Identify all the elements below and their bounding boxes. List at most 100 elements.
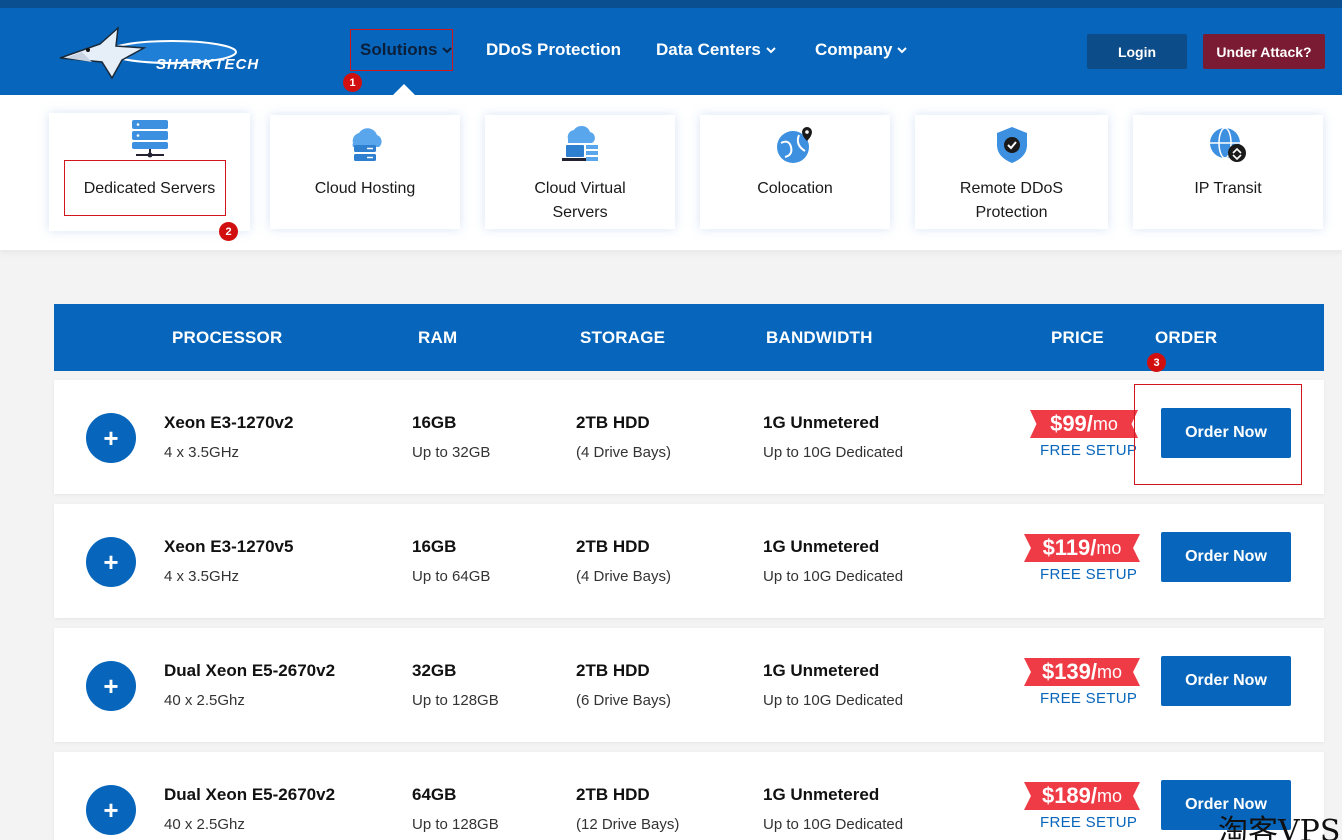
- table-row: + Dual Xeon E5-2670v2 40 x 2.5Ghz 32GB U…: [54, 628, 1324, 742]
- cloud-vps-icon: [562, 125, 598, 161]
- cpu-model: Xeon E3-1270v2: [164, 413, 294, 432]
- expand-plus-icon[interactable]: +: [86, 661, 136, 711]
- logo-wordmark: SHARKTECH: [156, 56, 260, 73]
- bandwidth-max: Up to 10G Dedicated: [763, 816, 904, 833]
- sharktech-logo[interactable]: SHARKTECH: [52, 18, 258, 86]
- ram-value: 32GB: [412, 661, 457, 680]
- site-header: SHARKTECH Solutions DDoS Protection Data…: [0, 8, 1342, 95]
- under-attack-button[interactable]: Under Attack?: [1203, 34, 1325, 69]
- storage-value: 2TB HDD: [576, 413, 650, 432]
- table-row: + Dual Xeon E5-2670v2 40 x 2.5Ghz 64GB U…: [54, 752, 1324, 840]
- shield-check-icon: [996, 127, 1027, 163]
- storage-bays: (6 Drive Bays): [576, 692, 672, 709]
- annotation-box-1: [350, 29, 453, 71]
- price-unit: mo: [1092, 413, 1118, 434]
- globe-pin-icon: [777, 127, 812, 163]
- storage-value: 2TB HDD: [576, 661, 650, 680]
- price-badge: $99/mo: [1030, 410, 1138, 438]
- menu-card-remote-ddos-protection[interactable]: Remote DDoS Protection: [915, 115, 1108, 229]
- price-amount: $189/: [1041, 783, 1098, 808]
- bandwidth-max: Up to 10G Dedicated: [763, 568, 904, 585]
- storage-bays: (12 Drive Bays): [576, 816, 680, 833]
- menu-card-cloud-virtual-servers[interactable]: Cloud Virtual Servers: [485, 115, 675, 229]
- menu-card-colocation[interactable]: Colocation: [700, 115, 890, 229]
- annotation-marker-1: 1: [343, 73, 362, 92]
- globe-transit-icon: [1210, 127, 1246, 162]
- expand-plus-icon[interactable]: +: [86, 413, 136, 463]
- nav-data-centers[interactable]: Data Centers: [656, 40, 777, 60]
- menu-card-label: Remote DDoS Protection: [959, 180, 1064, 221]
- bandwidth-value: 1G Unmetered: [763, 537, 880, 556]
- menu-card-label: Cloud Hosting: [314, 180, 416, 197]
- table-row: + Xeon E3-1270v5 4 x 3.5GHz 16GB Up to 6…: [54, 504, 1324, 618]
- cpu-spec: 40 x 2.5Ghz: [164, 816, 245, 833]
- bandwidth-max: Up to 10G Dedicated: [763, 444, 904, 461]
- nav-ddos-label: DDoS Protection: [486, 40, 622, 59]
- expand-plus-icon[interactable]: +: [86, 785, 136, 835]
- order-now-button[interactable]: Order Now: [1161, 532, 1291, 582]
- price-amount: $139/: [1041, 659, 1098, 684]
- menu-card-label: Colocation: [757, 180, 833, 197]
- cpu-spec: 40 x 2.5Ghz: [164, 692, 245, 709]
- storage-value: 2TB HDD: [576, 537, 650, 556]
- menu-card-label: IP Transit: [1194, 180, 1262, 197]
- price-badge: $119/mo: [1024, 534, 1140, 562]
- annotation-box-3: [1134, 384, 1302, 485]
- ram-value: 64GB: [412, 785, 457, 804]
- storage-bays: (4 Drive Bays): [576, 444, 672, 461]
- price-unit: mo: [1097, 785, 1123, 806]
- price-amount: $119/: [1042, 535, 1097, 560]
- cpu-spec: 4 x 3.5GHz: [164, 568, 240, 585]
- price-badge: $139/mo: [1024, 658, 1140, 686]
- bandwidth-value: 1G Unmetered: [763, 413, 880, 432]
- free-setup-label: FREE SETUP: [1040, 442, 1138, 459]
- expand-plus-icon[interactable]: +: [86, 537, 136, 587]
- ram-max: Up to 64GB: [412, 568, 491, 585]
- header-price: PRICE: [1051, 328, 1104, 347]
- storage-value: 2TB HDD: [576, 785, 650, 804]
- storage-bays: (4 Drive Bays): [576, 568, 672, 585]
- cloud-server-icon: [352, 128, 382, 161]
- bandwidth-value: 1G Unmetered: [763, 661, 880, 680]
- annotation-marker-2: 2: [219, 222, 238, 241]
- server-rack-icon: [131, 120, 168, 158]
- menu-card-ip-transit[interactable]: IP Transit: [1133, 115, 1323, 229]
- nav-company-label: Company: [815, 40, 893, 59]
- top-stripe: [0, 0, 1342, 8]
- cpu-model: Dual Xeon E5-2670v2: [164, 661, 336, 680]
- ram-value: 16GB: [412, 413, 457, 432]
- chevron-down-icon: [766, 47, 776, 54]
- plans-table-header: PROCESSOR RAM STORAGE BANDWIDTH PRICE OR…: [54, 304, 1324, 371]
- ram-value: 16GB: [412, 537, 457, 556]
- chevron-down-icon: [897, 47, 908, 54]
- nav-ddos-protection[interactable]: DDoS Protection: [486, 40, 621, 60]
- price-amount: $99/: [1050, 411, 1093, 436]
- header-bandwidth: BANDWIDTH: [766, 328, 873, 347]
- ram-max: Up to 128GB: [412, 692, 499, 709]
- free-setup-label: FREE SETUP: [1040, 814, 1138, 831]
- free-setup-label: FREE SETUP: [1040, 566, 1138, 583]
- price-unit: mo: [1097, 661, 1123, 682]
- watermark-text: 淘客VPS: [1218, 814, 1341, 840]
- cpu-model: Xeon E3-1270v5: [164, 537, 294, 556]
- login-button[interactable]: Login: [1087, 34, 1187, 69]
- ram-max: Up to 128GB: [412, 816, 499, 833]
- annotation-marker-3: 3: [1147, 353, 1166, 372]
- cpu-spec: 4 x 3.5GHz: [164, 444, 240, 461]
- menu-caret: [393, 84, 415, 95]
- header-storage: STORAGE: [580, 328, 666, 347]
- annotation-box-2: [64, 160, 226, 216]
- bandwidth-value: 1G Unmetered: [763, 785, 880, 804]
- menu-card-label: Cloud Virtual Servers: [534, 180, 626, 221]
- free-setup-label: FREE SETUP: [1040, 690, 1138, 707]
- bandwidth-max: Up to 10G Dedicated: [763, 692, 904, 709]
- header-order: ORDER: [1155, 328, 1218, 347]
- nav-data-centers-label: Data Centers: [656, 40, 761, 59]
- nav-company[interactable]: Company: [815, 40, 908, 60]
- header-processor: PROCESSOR: [172, 328, 283, 347]
- price-badge: $189/mo: [1024, 782, 1140, 810]
- shark-logo-icon: [59, 26, 237, 80]
- menu-card-cloud-hosting[interactable]: Cloud Hosting: [270, 115, 460, 229]
- order-now-button[interactable]: Order Now: [1161, 656, 1291, 706]
- cpu-model: Dual Xeon E5-2670v2: [164, 785, 336, 804]
